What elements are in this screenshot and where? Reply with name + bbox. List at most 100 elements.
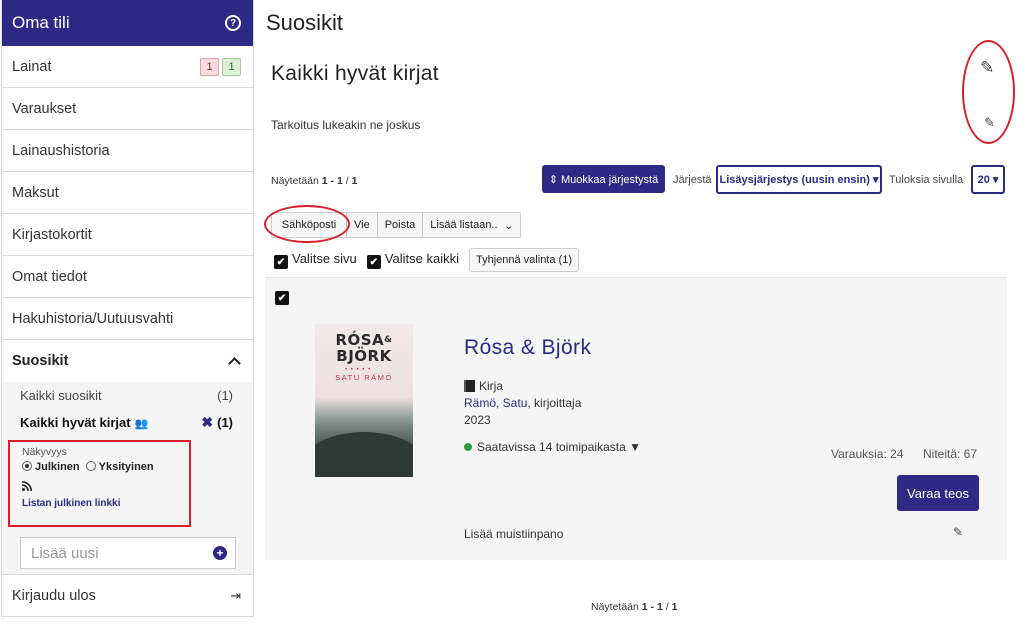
selection-controls: ✔ Valitse sivu ✔ Valitse kaikki Tyhjennä v… [274, 248, 579, 272]
add-new-list-input[interactable]: Lisää uusi + [20, 537, 236, 569]
cover-title: RÓSA& BJÖRK [315, 332, 413, 364]
select-all-label: Valitse kaikki [384, 250, 459, 266]
overdue-badge: 1 [200, 57, 219, 76]
record-title-link[interactable]: Rósa & Björk [464, 336, 591, 360]
logout-label: Kirjaudu ulos [12, 587, 96, 604]
edit-order-button[interactable]: ⇕ Muokkaa järjestystä [542, 165, 665, 193]
sidebar-section-label: Suosikit [12, 353, 69, 369]
public-link[interactable]: Listan julkinen linkki [22, 498, 189, 509]
reserve-button[interactable]: Varaa teos [897, 475, 979, 511]
showing-total: 1 [351, 175, 358, 187]
chevron-down-icon: ⌄ [504, 219, 514, 232]
sidebar-header: Oma tili ? [2, 0, 253, 46]
sidebar-item-loans[interactable]: Lainat 1 1 [2, 46, 253, 88]
sidebar-item-label: Varaukset [12, 100, 77, 117]
list-label: Kaikki hyvät kirjat [20, 415, 131, 430]
sidebar-item-profile[interactable]: Omat tiedot [2, 256, 253, 298]
delete-button[interactable]: Poista [378, 213, 424, 237]
sidebar-title: Oma tili [12, 13, 70, 32]
showing-sep: / [345, 175, 349, 187]
favorites-lists: Kaikki suosikit (1) Kaikki hyvät kirjat 👥… [2, 382, 253, 575]
clear-selection-button[interactable]: Tyhjennä valinta (1) [468, 248, 579, 272]
list-item-all-favorites[interactable]: Kaikki suosikit (1) [2, 382, 253, 409]
checkbox-checked-icon[interactable]: ✔ [366, 255, 381, 270]
holds-count: Varauksia: 24 [831, 447, 904, 461]
availability-toggle[interactable]: Saatavissa 14 toimipaikasta ▼ [464, 440, 641, 454]
available-dot-icon [464, 443, 472, 451]
list-actions: ✖ (1) [201, 414, 233, 431]
radio-checked-icon[interactable] [22, 461, 32, 471]
visibility-radios: Julkinen Yksityinen [22, 461, 189, 473]
visibility-label: Näkyvyys [22, 446, 67, 458]
private-label: Yksityinen [98, 461, 154, 473]
select-page-label: Valitse sivu [292, 250, 357, 266]
showing-range: 1 - 1 [641, 601, 663, 613]
record-year: 2023 [464, 413, 491, 427]
availability-label: Saatavissa 14 toimipaikasta ▼ [477, 440, 641, 454]
sidebar-item-library-cards[interactable]: Kirjastokortit [2, 214, 253, 256]
people-icon: 👥 [134, 418, 149, 430]
per-page-label: Tuloksia sivulla [889, 174, 964, 186]
help-icon[interactable]: ? [225, 15, 241, 31]
select-all-checkbox[interactable]: ✔ Valitse kaikki [366, 250, 459, 270]
cover-title-line2: BJÖRK [336, 347, 392, 365]
showing-range: 1 - 1 [321, 175, 343, 187]
record-format: Kirja [464, 379, 503, 393]
annotation-oval-edit [962, 40, 1015, 144]
showing-total: 1 [671, 601, 678, 613]
list-title: Kaikki hyvät kirjat [271, 62, 439, 85]
sidebar-item-label: Omat tiedot [12, 268, 87, 285]
sidebar-item-label: Maksut [12, 184, 59, 201]
list-count: (1) [217, 415, 233, 430]
showing-prefix: Näytetään [591, 601, 639, 613]
sidebar-item-label: Lainaushistoria [12, 142, 110, 159]
add-note-link[interactable]: Lisää muistiinpano [464, 527, 563, 541]
showing-sep: / [665, 601, 669, 613]
loan-badges: 1 1 [200, 57, 241, 76]
add-to-list-select[interactable]: Lisää listaan.. ⌄ [423, 213, 520, 237]
logout-icon: ⇥ [230, 587, 241, 603]
annotation-oval-email [264, 205, 350, 243]
list-label: Kaikki suosikit [20, 388, 102, 403]
sidebar-item-fines[interactable]: Maksut [2, 172, 253, 214]
result-count: Näytetään 1 - 1 / 1 [271, 175, 357, 187]
book-cover[interactable]: RÓSA& BJÖRK • • • • • SATU RÄMÖ [315, 324, 413, 477]
record-author: Rämö, Satu, kirjoittaja [464, 396, 581, 410]
rss-icon[interactable] [21, 481, 189, 494]
sort-select[interactable]: Lisäysjärjestys (uusin ensin) ▾ [716, 165, 882, 194]
sidebar-item-search-history[interactable]: Hakuhistoria/Uutuusvahti [2, 298, 253, 340]
sidebar-item-loan-history[interactable]: Lainaushistoria [2, 130, 253, 172]
author-role: , kirjoittaja [527, 396, 582, 410]
author-link[interactable]: Rämö, Satu [464, 396, 527, 410]
result-count-bottom: Näytetään 1 - 1 / 1 [591, 601, 677, 613]
add-new-placeholder: Lisää uusi [31, 544, 99, 562]
sidebar-item-label: Kirjastokortit [12, 226, 92, 243]
public-label: Julkinen [35, 461, 80, 473]
per-page-select[interactable]: 20 ▾ [971, 165, 1005, 194]
loans-count-badge: 1 [222, 57, 241, 76]
add-icon[interactable]: + [213, 546, 227, 560]
public-radio[interactable]: Julkinen [22, 461, 80, 473]
sidebar-item-holds[interactable]: Varaukset [2, 88, 253, 130]
sidebar-section-favorites[interactable]: Suosikit [2, 340, 253, 382]
private-radio[interactable]: Yksityinen [85, 461, 154, 473]
select-page-checkbox[interactable]: ✔ Valitse sivu [274, 251, 357, 270]
result-item: ✔ RÓSA& BJÖRK • • • • • SATU RÄMÖ Rósa &… [265, 277, 1007, 560]
account-sidebar: Oma tili ? Lainat 1 1 Varaukset Lainaush… [1, 0, 254, 617]
record-checkbox[interactable]: ✔ [275, 291, 289, 305]
format-label: Kirja [479, 379, 504, 393]
chevron-up-icon[interactable] [228, 357, 241, 370]
edit-note-icon[interactable]: ✎ [953, 525, 963, 539]
logout-link[interactable]: Kirjaudu ulos ⇥ [2, 574, 253, 616]
cover-landscape [315, 432, 413, 477]
export-button[interactable]: Vie [347, 213, 378, 237]
delete-list-icon[interactable]: ✖ [201, 414, 213, 431]
cover-amp: & [384, 335, 393, 345]
sidebar-item-label: Hakuhistoria/Uutuusvahti [12, 310, 174, 327]
checkbox-checked-icon[interactable]: ✔ [274, 255, 288, 270]
radio-icon[interactable] [85, 461, 96, 471]
page-title: Suosikit [266, 10, 344, 35]
list-item-active[interactable]: Kaikki hyvät kirjat 👥 ✖ (1) [2, 409, 253, 436]
book-icon [464, 380, 475, 392]
list-description: Tarkoitus lukeakin ne joskus [271, 118, 421, 132]
